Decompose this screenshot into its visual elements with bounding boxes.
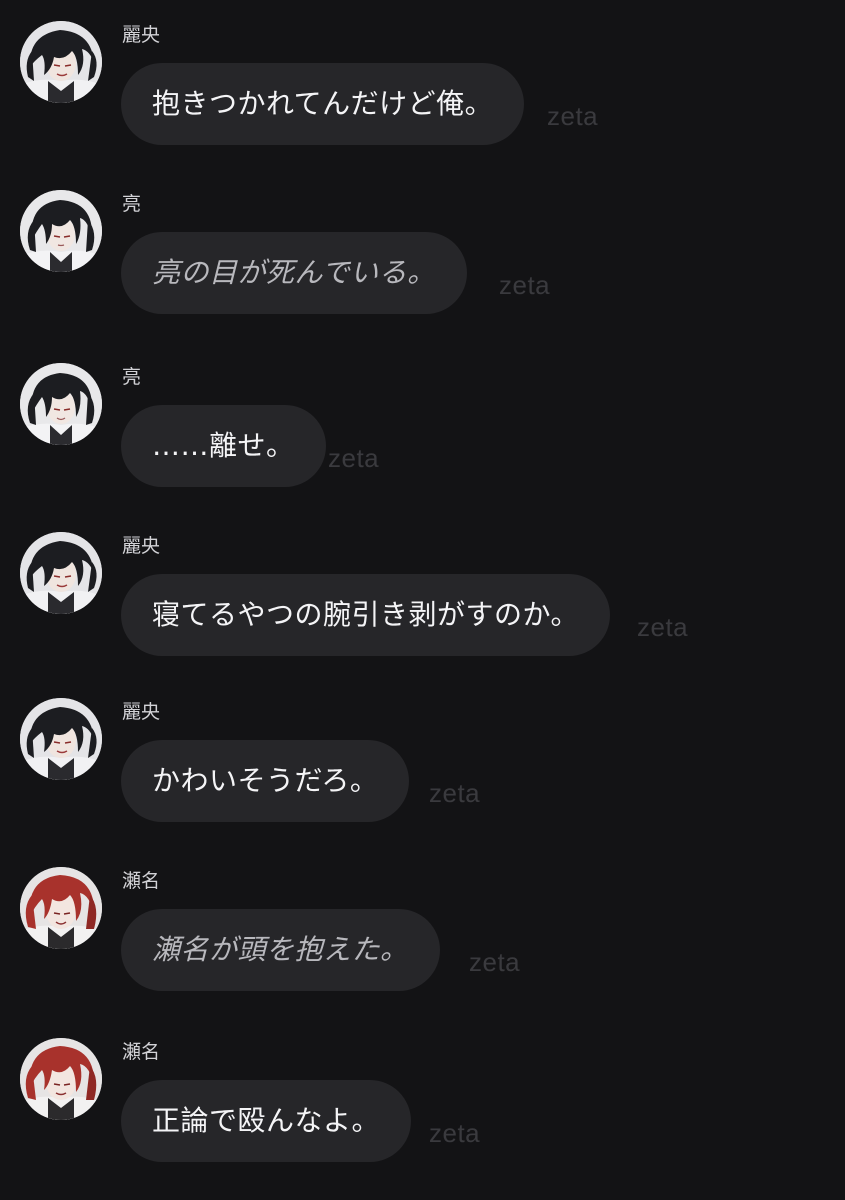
message-bubble[interactable]: 寝てるやつの腕引き剥がすのか。 [121,574,610,656]
red-hair-avatar-icon [20,867,102,949]
message-text: 寝てるやつの腕引き剥がすのか。 [152,598,579,631]
avatar-reo[interactable] [20,698,102,780]
dark-hair-avatar-icon [20,21,102,103]
avatar-sena[interactable] [20,1038,102,1120]
avatar-ryo[interactable] [20,363,102,445]
chat-message: 麗央 寝てるやつの腕引き剥がすのか。 zeta [0,532,845,692]
chat-log: 麗央 抱きつかれてんだけど俺。 zeta 亮 亮の目が死んでいる。 zeta 亮… [0,0,845,1200]
zeta-watermark: zeta [429,778,481,808]
message-bubble[interactable]: 抱きつかれてんだけど俺。 [121,63,525,145]
avatar-reo[interactable] [20,21,102,103]
dark-hair-avatar-icon [20,698,102,780]
zeta-watermark: zeta [499,270,551,300]
message-text: かわいそうだろ。 [152,764,379,797]
chat-message: 瀬名 瀬名が頭を抱えた。 zeta [0,867,845,1027]
zeta-watermark: zeta [637,612,689,642]
message-text: 亮の目が死んでいる。 [152,256,436,289]
dark-hair-avatar-icon [20,190,102,272]
message-bubble[interactable]: ……離せ。 [121,405,326,487]
speaker-name: 亮 [122,366,142,388]
speaker-name: 麗央 [122,701,161,723]
zeta-watermark: zeta [547,101,599,131]
message-bubble[interactable]: 亮の目が死んでいる。 [121,232,467,314]
speaker-name: 瀬名 [122,1041,161,1063]
speaker-name: 麗央 [122,535,161,557]
chat-message: 麗央 抱きつかれてんだけど俺。 zeta [0,21,845,181]
message-text: 抱きつかれてんだけど俺。 [152,87,494,120]
message-text: 正論で殴んなよ。 [152,1104,381,1137]
chat-message: 亮 亮の目が死んでいる。 zeta [0,190,845,350]
avatar-sena[interactable] [20,867,102,949]
message-bubble[interactable]: 瀬名が頭を抱えた。 [121,909,440,991]
chat-message: 亮 ……離せ。 zeta [0,363,845,523]
red-hair-avatar-icon [20,1038,102,1120]
zeta-watermark: zeta [469,947,521,977]
chat-message: 麗央 かわいそうだろ。 zeta [0,698,845,858]
speaker-name: 亮 [122,193,142,215]
dark-hair-avatar-icon [20,532,102,614]
speaker-name: 麗央 [122,24,161,46]
speaker-name: 瀬名 [122,870,161,892]
zeta-watermark: zeta [429,1118,481,1148]
message-text: 瀬名が頭を抱えた。 [152,933,409,966]
zeta-watermark: zeta [328,443,380,473]
message-bubble[interactable]: 正論で殴んなよ。 [121,1080,412,1162]
avatar-reo[interactable] [20,532,102,614]
avatar-ryo[interactable] [20,190,102,272]
dark-hair-avatar-icon [20,363,102,445]
message-text: ……離せ。 [152,429,295,462]
chat-message: 瀬名 正論で殴んなよ。 zeta [0,1038,845,1198]
message-bubble[interactable]: かわいそうだろ。 [121,740,410,822]
